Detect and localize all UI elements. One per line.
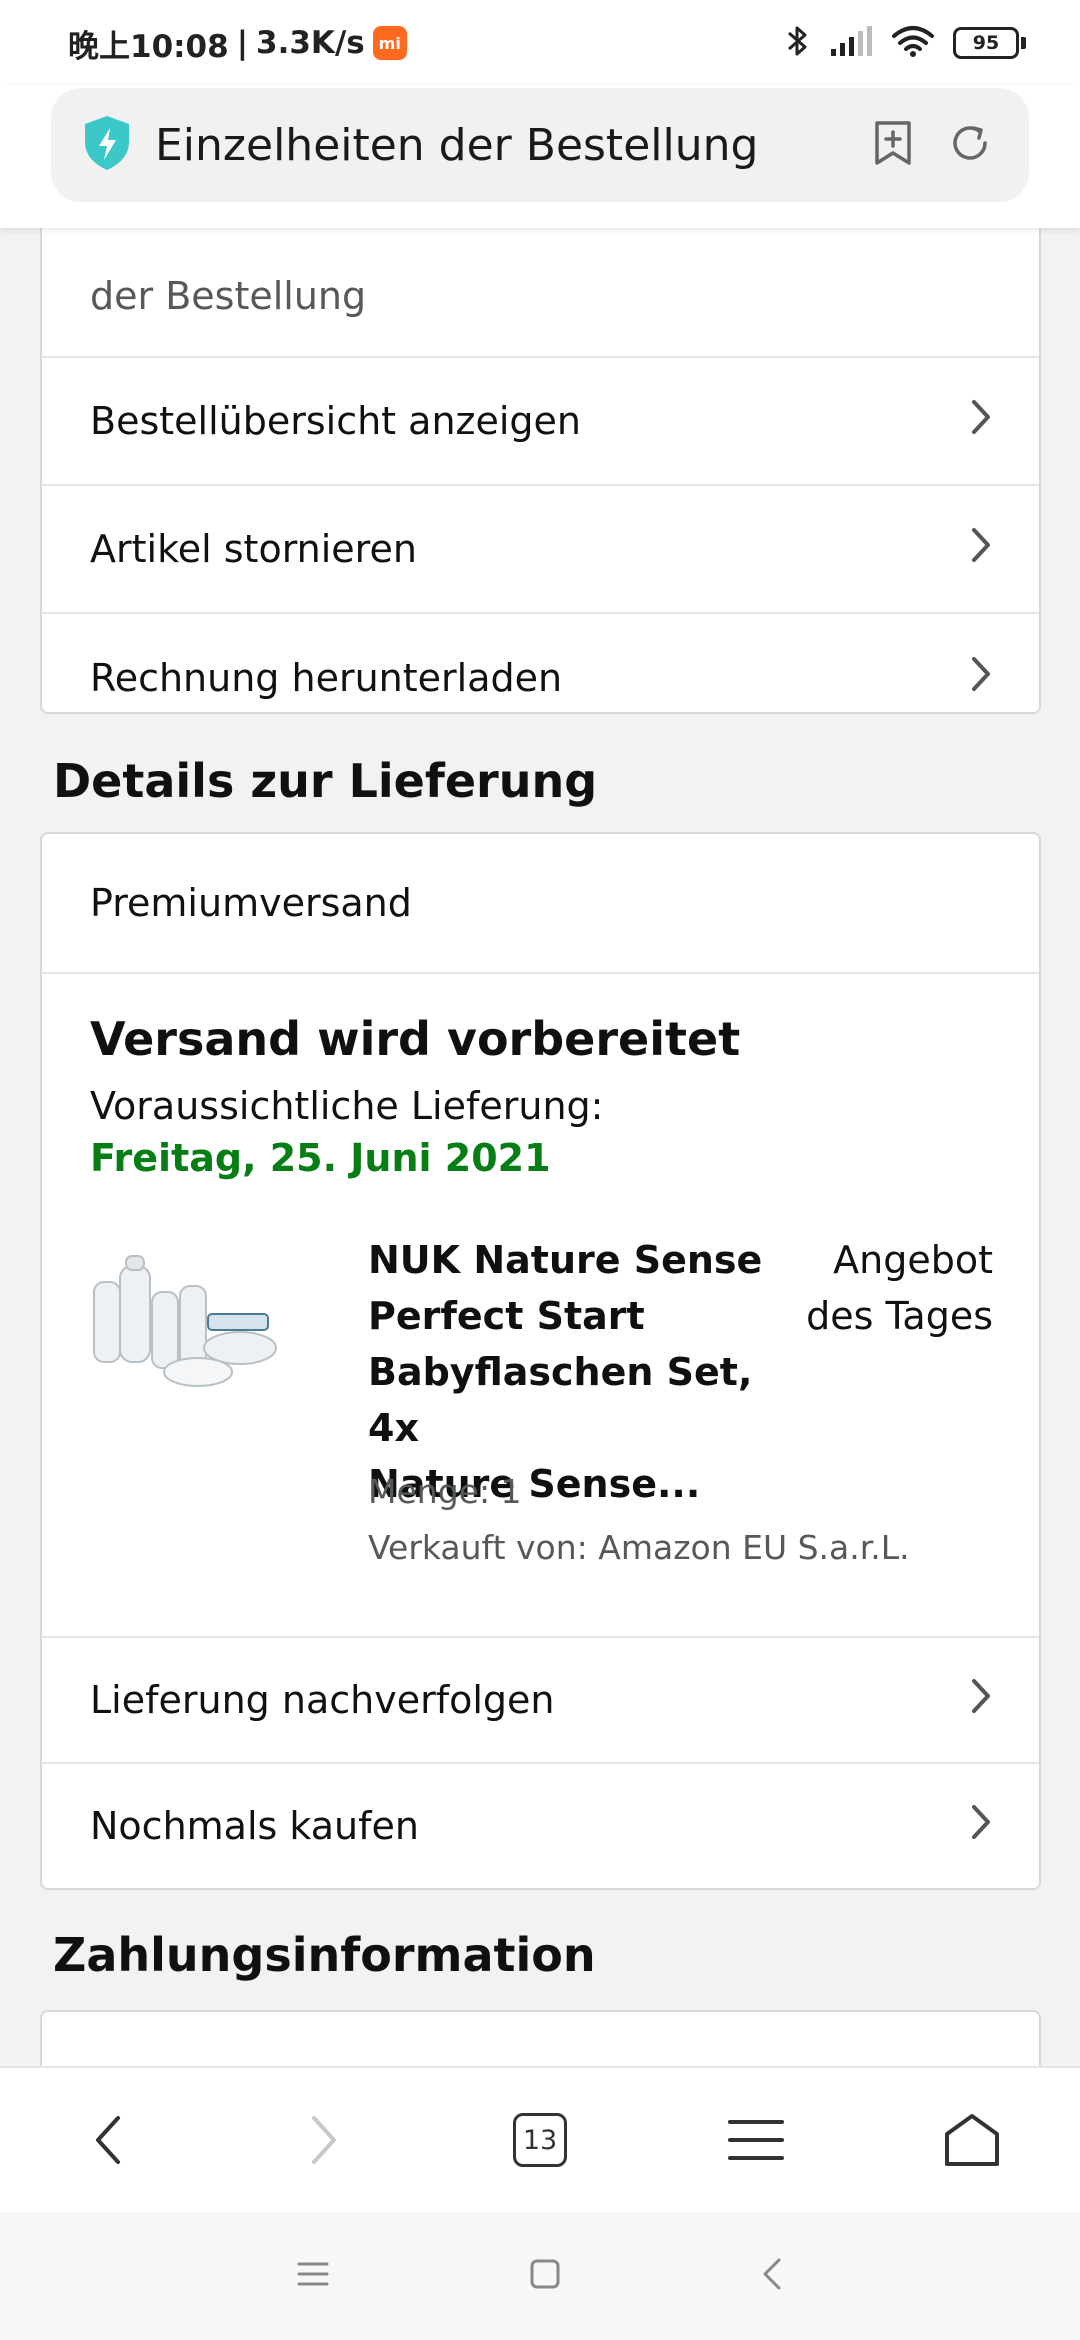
chevron-right-icon bbox=[969, 654, 993, 703]
system-nav-bar bbox=[0, 2212, 1080, 2340]
home-icon[interactable] bbox=[912, 2080, 1032, 2200]
track-delivery-label: Lieferung nachverfolgen bbox=[90, 1678, 555, 1722]
bluetooth-icon bbox=[785, 23, 811, 63]
status-separator: | bbox=[236, 25, 249, 61]
product-quantity: Menge: 1 bbox=[368, 1472, 522, 1511]
deal-line: Angebot bbox=[833, 1238, 993, 1282]
chevron-right-icon bbox=[969, 397, 993, 446]
battery-icon: 95 bbox=[953, 27, 1026, 59]
shipment-block: Versand wird vorbereitet Voraussichtlich… bbox=[42, 974, 1039, 1638]
product-image[interactable] bbox=[90, 1252, 286, 1392]
product-name-line: Perfect Start bbox=[368, 1294, 645, 1338]
shipping-method: Premiumversand bbox=[90, 881, 412, 925]
product-seller: Verkauft von: Amazon EU S.a.r.L. bbox=[368, 1528, 910, 1567]
battery-level: 95 bbox=[953, 27, 1019, 59]
status-bar: 晚上10:08 | 3.3K/s mi 95 bbox=[0, 0, 1080, 86]
order-action-view-summary[interactable]: Bestellübersicht anzeigen bbox=[42, 358, 1039, 486]
order-action-invoice[interactable]: Rechnung herunterladen bbox=[42, 614, 1039, 712]
delivery-section-title: Details zur Lieferung bbox=[53, 754, 598, 808]
order-action-label: Artikel stornieren bbox=[90, 527, 417, 571]
address-bar[interactable]: Einzelheiten der Bestellung bbox=[51, 88, 1029, 202]
estimated-delivery-date: Freitag, 25. Juni 2021 bbox=[90, 1136, 551, 1180]
estimated-delivery-label: Voraussichtliche Lieferung: bbox=[90, 1084, 604, 1128]
product-name-line: Babyflaschen Set, 4x bbox=[368, 1350, 753, 1450]
product-name-line: NUK Nature Sense bbox=[368, 1238, 763, 1282]
browser-toolbar: 13 bbox=[0, 2066, 1080, 2212]
forward-icon[interactable] bbox=[264, 2080, 384, 2200]
payment-card bbox=[40, 2010, 1041, 2066]
wifi-icon bbox=[891, 24, 935, 62]
status-net-speed: 3.3K/s bbox=[256, 25, 365, 61]
track-delivery-row[interactable]: Lieferung nachverfolgen bbox=[42, 1638, 1039, 1764]
tabs-button[interactable]: 13 bbox=[480, 2080, 600, 2200]
shipping-method-row: Premiumversand bbox=[42, 834, 1039, 974]
menu-icon[interactable] bbox=[696, 2080, 816, 2200]
delivery-card: Premiumversand Versand wird vorbereitet … bbox=[40, 832, 1041, 1890]
chevron-right-icon bbox=[969, 1676, 993, 1725]
tabs-icon: 13 bbox=[513, 2113, 567, 2167]
order-action-label: Bestellübersicht anzeigen bbox=[90, 399, 581, 443]
shield-icon[interactable] bbox=[81, 114, 133, 176]
buy-again-row[interactable]: Nochmals kaufen bbox=[42, 1764, 1039, 1888]
deal-of-the-day-badge: Angebot des Tages bbox=[793, 1232, 993, 1344]
payment-section-title: Zahlungsinformation bbox=[53, 1928, 596, 1982]
product-name[interactable]: NUK Nature Sense Perfect Start Babyflasc… bbox=[368, 1232, 808, 1512]
page-title[interactable]: Einzelheiten der Bestellung bbox=[155, 120, 758, 171]
mi-badge: mi bbox=[372, 26, 407, 60]
page-content[interactable]: der Bestellung Bestellübersicht anzeigen… bbox=[0, 228, 1080, 2066]
order-action-label: Rechnung herunterladen bbox=[90, 656, 563, 700]
buy-again-label: Nochmals kaufen bbox=[90, 1804, 419, 1848]
bookmark-add-icon[interactable] bbox=[871, 119, 915, 171]
shipment-status: Versand wird vorbereitet bbox=[90, 1012, 741, 1066]
signal-icon bbox=[829, 25, 873, 61]
order-partial-text: der Bestellung bbox=[90, 274, 367, 318]
status-time: 晚上10:08 bbox=[68, 28, 229, 65]
status-left: 晚上10:08 | 3.3K/s mi bbox=[68, 21, 407, 66]
browser-header: Einzelheiten der Bestellung bbox=[0, 86, 1080, 228]
reload-icon[interactable] bbox=[947, 120, 993, 170]
address-actions bbox=[871, 119, 993, 171]
system-back-icon[interactable] bbox=[761, 2257, 783, 2295]
recents-icon[interactable] bbox=[297, 2260, 329, 2292]
order-action-cancel[interactable]: Artikel stornieren bbox=[42, 486, 1039, 614]
system-home-icon[interactable] bbox=[529, 2258, 561, 2294]
deal-line: des Tages bbox=[806, 1294, 993, 1338]
battery-tip bbox=[1021, 37, 1026, 49]
order-actions-card: der Bestellung Bestellübersicht anzeigen… bbox=[40, 228, 1041, 714]
back-icon[interactable] bbox=[48, 2080, 168, 2200]
chevron-right-icon bbox=[969, 525, 993, 574]
chevron-right-icon bbox=[969, 1802, 993, 1851]
order-partial-row: der Bestellung bbox=[42, 228, 1039, 358]
status-right: 95 bbox=[785, 23, 1026, 63]
